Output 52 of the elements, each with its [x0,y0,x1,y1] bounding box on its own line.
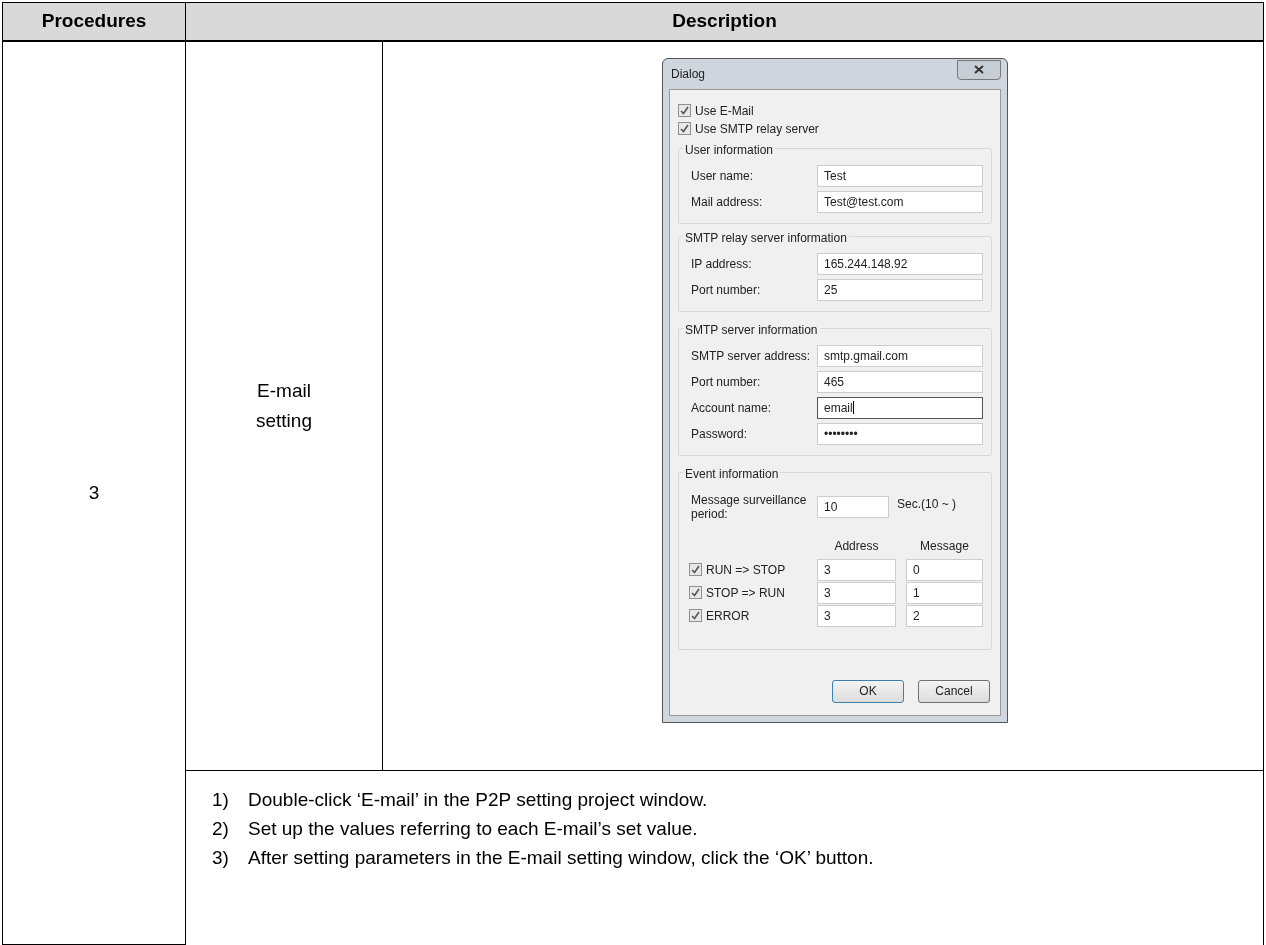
input-field[interactable]: 0 [905,558,983,581]
step-number: 3 [88,481,100,503]
list-number: 1) [212,788,230,812]
input-field[interactable]: 1 [905,581,983,604]
input-field[interactable]: 165.244.148.92 [817,252,983,275]
column-header: Address [833,537,880,555]
checkbox[interactable] [689,563,702,576]
input-field[interactable]: 3 [817,604,896,627]
close-button[interactable] [957,59,1001,80]
field-label: Port number: [690,373,762,391]
input-field[interactable]: •••••••• [817,422,983,445]
field-label: Message surveillance period: [690,492,808,521]
field-label: Port number: [690,281,762,299]
input-field[interactable]: 25 [817,278,983,301]
instruction-text: After setting parameters in the E-mail setting window, click the ‘OK’ button. [248,846,875,870]
input-field[interactable]: 3 [817,581,896,604]
field-label: User name: [690,167,755,185]
input-field[interactable]: 10 [817,495,889,518]
input-field[interactable]: 465 [817,370,983,393]
field-label: SMTP server address: [690,347,812,365]
column-header: Message [919,537,970,555]
input-field[interactable]: Test@test.com [817,190,983,213]
dialog-title: Dialog [671,65,706,83]
input-field[interactable]: 3 [817,558,896,581]
checkbox-label: RUN => STOP [706,561,786,579]
checkbox-label: STOP => RUN [706,584,785,602]
column-header: Procedures [41,10,147,31]
checkbox-label: Use SMTP relay server [695,120,819,138]
close-icon [974,65,984,74]
field-label: Password: [690,425,749,443]
instruction-text: Double-click ‘E-mail’ in the P2P setting project window. [248,788,709,812]
instruction-text: Set up the values referring to each E-mail’s set value. [248,817,699,841]
checkbox-label: Use E-Mail [695,102,754,120]
dialog-button[interactable]: Cancel [918,679,990,703]
input-field[interactable]: smtp.gmail.com [817,344,983,367]
column-header: Description [672,10,777,31]
input-field[interactable]: email [817,396,983,419]
input-field[interactable]: Test [817,164,983,187]
procedure-name: E-mail setting [255,378,313,433]
unit-label: Sec.(10 ~ ) [897,495,957,513]
input-field[interactable]: 2 [905,604,983,627]
field-label: IP address: [690,255,753,273]
checkbox-label: ERROR [706,607,750,625]
dialog-button[interactable]: OK [832,679,904,703]
checkbox[interactable] [678,122,691,135]
checkbox[interactable] [689,609,702,622]
list-number: 3) [212,846,230,870]
checkbox[interactable] [678,104,691,117]
checkbox[interactable] [689,586,702,599]
list-number: 2) [212,817,230,841]
field-label: Account name: [690,399,773,417]
field-label: Mail address: [690,193,764,211]
